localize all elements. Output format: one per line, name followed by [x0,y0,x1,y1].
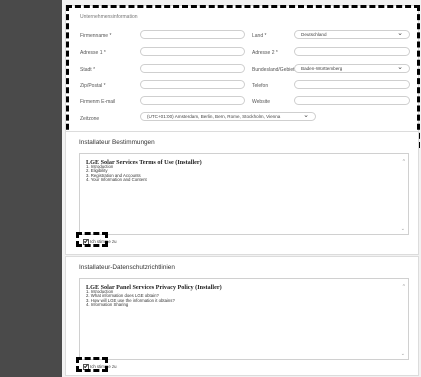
country-value: Deutschland [301,32,327,37]
terms-card: Installateur Bestimmungen LGE Solar Serv… [65,131,419,255]
left-sidebar [0,0,62,377]
scroll-up-icon[interactable]: ^ [403,159,405,165]
website-label: Website [252,99,270,105]
timezone-select[interactable]: (UTC+01:00) Amsterdam, Berlin, Bern, Rom… [140,112,316,121]
company-email-label: Firmenm E-mail [80,99,116,105]
chevron-down-icon: ⌄ [303,112,309,119]
privacy-agree-label: Ich stimme zu [90,364,117,370]
list-item: 4. Information Sharing [86,302,129,308]
zip-input[interactable] [140,80,245,89]
city-input[interactable] [140,64,245,73]
phone-input[interactable] [294,80,410,89]
state-label: Bundesland/Gebiet * [252,67,298,73]
timezone-label: Zeitzone [80,116,100,122]
privacy-list: 1. Introduction 2. What information does… [86,289,175,308]
company-info-card: Unternehmensinformation Firmenname * Adr… [65,5,419,143]
website-input[interactable] [294,96,410,105]
list-item: 4. Your Information and Content [86,177,147,183]
company-name-label: Firmenname * [80,33,112,39]
company-email-input[interactable] [140,96,245,105]
check-icon[interactable] [83,363,89,370]
timezone-value: (UTC+01:00) Amsterdam, Berlin, Bern, Rom… [147,114,281,119]
scroll-up-icon[interactable]: ^ [403,284,405,290]
terms-section-title: Installateur Bestimmungen [79,139,155,146]
terms-list: 1. Introduction 2. Eligibility 3. Regist… [86,164,147,183]
privacy-agree[interactable]: Ich stimme zu [83,363,117,370]
company-name-input[interactable] [140,30,245,39]
privacy-section-title: Installateur-Datenschutzrichtlinien [79,264,175,271]
terms-agree-label: Ich stimme zu [90,239,117,245]
scroll-down-icon[interactable]: ⌄ [401,226,405,232]
terms-agree[interactable]: Ich stimme zu [83,238,117,245]
state-select[interactable]: Baden-Württemberg ⌄ [294,64,410,73]
chevron-down-icon: ⌄ [397,30,403,37]
scroll-down-icon[interactable]: ⌄ [401,351,405,357]
zip-label: Zip/Postal * [80,83,106,89]
city-label: Stadt * [80,67,96,73]
terms-scroll-box[interactable]: LGE Solar Services Terms of Use (Install… [79,153,409,235]
address1-input[interactable] [140,47,245,56]
section-title: Unternehmensinformation [80,14,138,20]
chevron-down-icon: ⌄ [397,64,403,71]
check-icon[interactable] [83,238,89,245]
country-select[interactable]: Deutschland ⌄ [294,30,410,39]
state-value: Baden-Württemberg [301,66,343,71]
address2-input[interactable] [294,47,410,56]
country-label: Land * [252,33,267,39]
address2-label: Adresse 2 * [252,50,278,56]
phone-label: Telefon [252,83,269,89]
privacy-card: Installateur-Datenschutzrichtlinien LGE … [65,256,419,376]
address1-label: Adresse 1 * [80,50,106,56]
privacy-scroll-box[interactable]: LGE Solar Panel Services Privacy Policy … [79,278,409,360]
main-content: Unternehmensinformation Firmenname * Adr… [62,0,421,377]
